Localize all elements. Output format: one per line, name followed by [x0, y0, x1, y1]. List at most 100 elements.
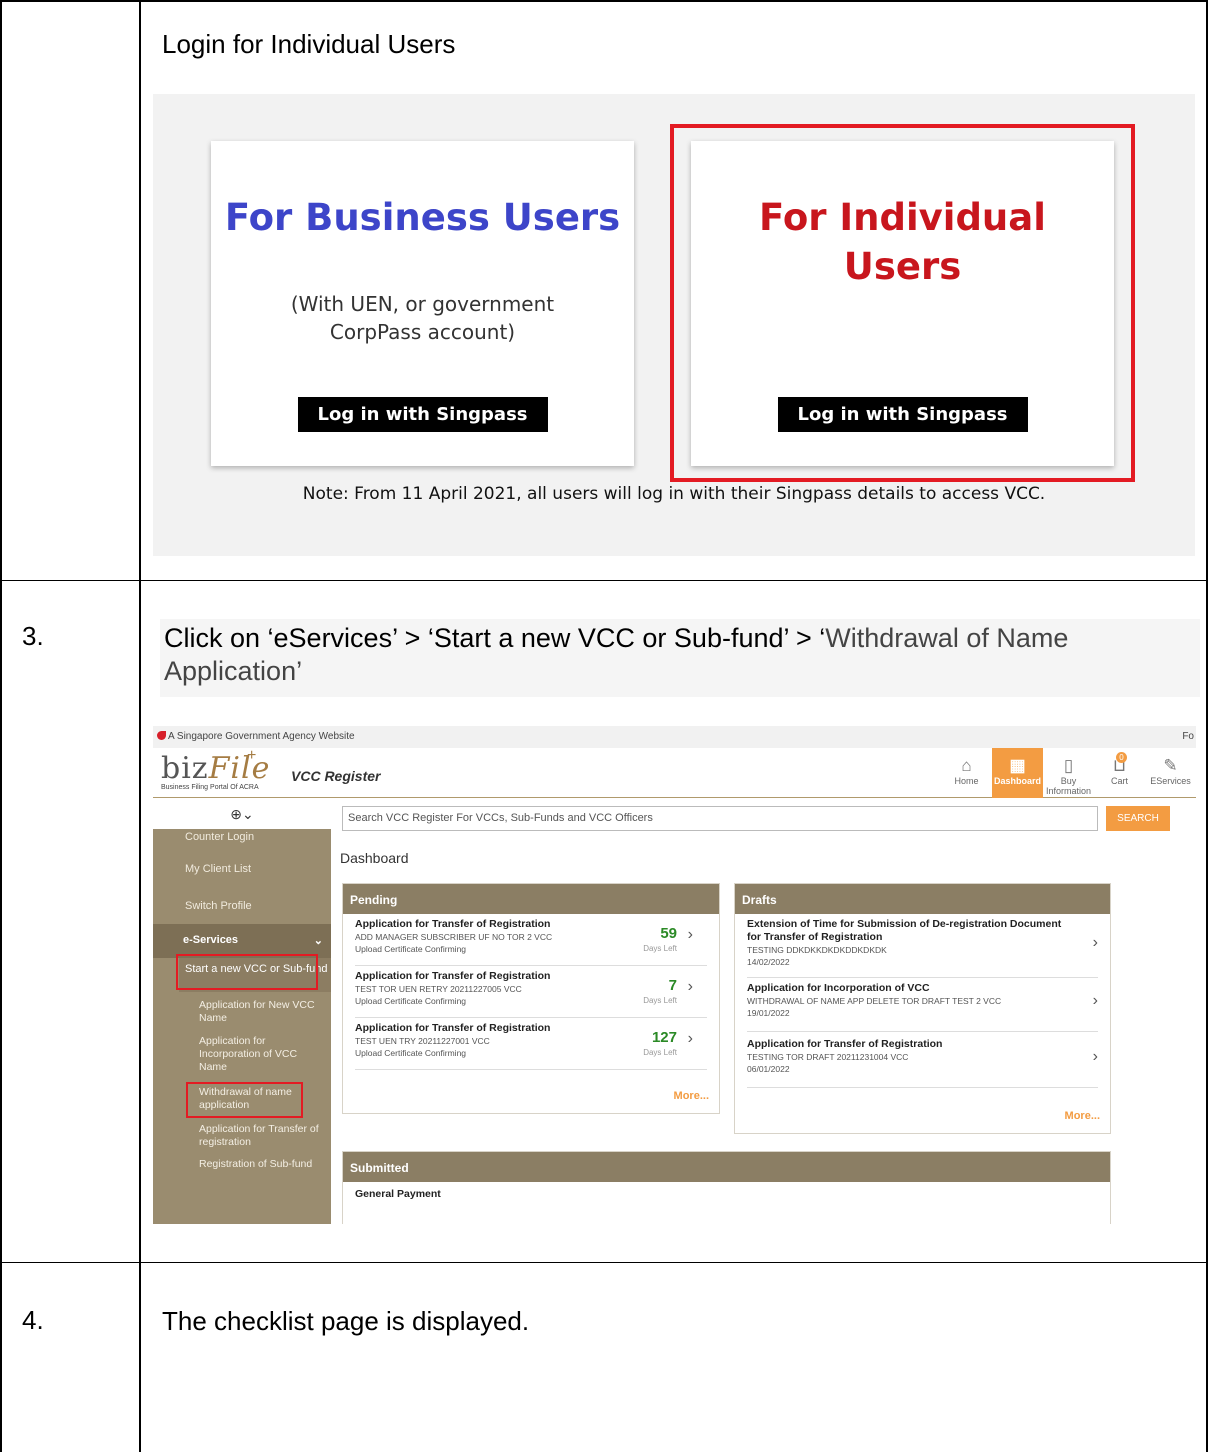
start-new-highlight-box: [176, 954, 318, 990]
draft-item[interactable]: Application for Transfer of Registration…: [747, 1038, 1098, 1088]
chevron-right-icon: ›: [1092, 934, 1098, 951]
draft-item-entity: TESTING DDKDKKDKDKDDKDKDK: [747, 945, 887, 955]
sidebar-item-counter-login[interactable]: Counter Login: [185, 831, 254, 843]
app-title: VCC Register: [291, 768, 381, 784]
days-left-value: 127: [651, 1029, 677, 1046]
pending-item[interactable]: Application for Transfer of Registration…: [355, 1022, 707, 1070]
logo-biz: biz: [161, 751, 209, 786]
individual-highlight-box: [670, 124, 1135, 482]
sidebar-child-sub-fund[interactable]: Registration of Sub-fund: [199, 1158, 323, 1171]
instruction-part-3: ’: [296, 656, 303, 686]
pending-item[interactable]: Application for Transfer of Registration…: [355, 970, 707, 1018]
step-instruction: The checklist page is displayed.: [162, 1306, 530, 1336]
nav-eservices-label: EServices: [1150, 776, 1191, 786]
submitted-panel: Submitted General Payment: [342, 1151, 1111, 1224]
step-number: 4.: [22, 1305, 44, 1335]
business-users-card[interactable]: For Business Users (With UEN, or governm…: [211, 141, 634, 466]
nav-eservices[interactable]: ✎ EServices: [1145, 748, 1196, 798]
days-left: 59 Days Left: [643, 926, 677, 954]
chevron-right-icon: ›: [687, 978, 693, 995]
search-input[interactable]: Search VCC Register For VCCs, Sub-Funds …: [342, 806, 1098, 831]
business-users-subtitle: (With UEN, or government CorpPass accoun…: [290, 292, 555, 344]
gov-banner-text: A Singapore Government Agency Website: [168, 731, 355, 742]
edit-icon: ✎: [1163, 756, 1178, 775]
draft-item-title: Extension of Time for Submission of De-r…: [747, 918, 1062, 943]
nav-home[interactable]: ⌂ Home: [941, 748, 992, 798]
draft-item-date: 14/02/2022: [747, 957, 790, 967]
nav-dashboard-label: Dashboard: [993, 776, 1041, 786]
draft-item-date: 06/01/2022: [747, 1064, 790, 1074]
logo-plus: +: [247, 747, 257, 764]
nav-dashboard[interactable]: ▦ Dashboard: [992, 748, 1043, 798]
sidebar-item-eservices[interactable]: e-Services ⌄: [153, 924, 331, 958]
sidebar-eservices-label: e-Services: [183, 934, 239, 946]
days-left-value: 7: [668, 977, 677, 994]
nav-buy-information-label: Buy Information: [1045, 776, 1092, 796]
row-description: Login for Individual Users: [162, 29, 456, 59]
nav-buy-information[interactable]: ▯ Buy Information: [1043, 748, 1094, 798]
search-button[interactable]: SEARCH: [1106, 806, 1170, 831]
sidebar-child-incorporation[interactable]: Application for Incorporation of VCC Nam…: [199, 1035, 323, 1074]
draft-item-date: 19/01/2022: [747, 1008, 790, 1018]
step-number: 3.: [22, 621, 44, 651]
drafts-header: Drafts: [735, 884, 1110, 914]
gov-banner: A Singapore Government Agency Website Fo: [153, 726, 1196, 748]
pending-header: Pending: [343, 884, 719, 914]
pending-panel: Pending Application for Transfer of Regi…: [342, 883, 720, 1114]
drafts-panel: Drafts Extension of Time for Submission …: [734, 883, 1111, 1134]
dashboard-icon: ▦: [1009, 756, 1026, 775]
column-divider: [139, 581, 141, 1262]
top-nav: ⌂ Home ▦ Dashboard ▯ Buy Information ⊔ Cart …: [941, 748, 1196, 798]
instruction-part-1: Click on ‘eServices’ > ‘Start a new VCC …: [164, 623, 826, 653]
days-left: 7 Days Left: [643, 978, 677, 1006]
sidebar-child-new-vcc-name[interactable]: Application for New VCC Name: [199, 999, 323, 1025]
submitted-item-title: General Payment: [355, 1188, 441, 1200]
dashboard-title: Dashboard: [340, 850, 409, 866]
draft-item-title: Application for Transfer of Registration: [747, 1038, 943, 1050]
chevron-right-icon: ›: [1092, 1048, 1098, 1065]
table-row-step-4: 4. The checklist page is displayed.: [0, 1263, 1208, 1452]
logo-file: File: [208, 751, 271, 786]
column-divider: [139, 2, 141, 580]
submitted-header: Submitted: [343, 1152, 1110, 1182]
sidebar-item-my-client-list[interactable]: My Client List: [185, 863, 251, 875]
days-left-value: 59: [660, 925, 677, 942]
sidebar-item-switch-profile[interactable]: Switch Profile: [185, 900, 252, 912]
sidebar: ⊕⌄ Counter Login My Client List Switch P…: [153, 799, 331, 1224]
draft-item[interactable]: Extension of Time for Submission of De-r…: [747, 918, 1098, 978]
login-screenshot: For Business Users (With UEN, or governm…: [153, 94, 1195, 556]
chevron-down-icon: ⌄: [313, 935, 323, 947]
business-users-title: For Business Users: [224, 196, 621, 239]
lion-head-icon: [157, 731, 166, 740]
business-singpass-login-button[interactable]: Log in with Singpass: [297, 397, 548, 432]
withdrawal-highlight-box: [186, 1082, 303, 1118]
days-left-label: Days Left: [643, 996, 677, 1005]
draft-item-title: Application for Incorporation of VCC: [747, 982, 930, 994]
drafts-more-link[interactable]: More...: [1065, 1110, 1100, 1122]
submitted-item[interactable]: General Payment: [355, 1188, 1098, 1208]
bizfile-screenshot: A Singapore Government Agency Website Fo…: [153, 726, 1196, 1224]
draft-item[interactable]: Application for Incorporation of VCC WIT…: [747, 982, 1098, 1032]
table-row-login: Login for Individual Users For Business …: [0, 0, 1208, 581]
draft-item-entity: TESTING TOR DRAFT 20211231004 VCC: [747, 1052, 909, 1062]
bizfile-logo[interactable]: bizFile + Business Filing Portal Of ACRA: [161, 747, 271, 791]
days-left-label: Days Left: [643, 944, 677, 953]
instruction-table: Login for Individual Users For Business …: [0, 0, 1208, 1452]
chevron-right-icon: ›: [687, 1030, 693, 1047]
nav-home-label: Home: [954, 776, 979, 786]
app-header: bizFile + Business Filing Portal Of ACRA…: [153, 747, 1196, 798]
sidebar-child-transfer[interactable]: Application for Transfer of registration: [199, 1123, 323, 1149]
days-left-label: Days Left: [643, 1048, 677, 1057]
pending-more-link[interactable]: More...: [674, 1090, 709, 1102]
column-divider: [139, 1263, 141, 1452]
pending-item[interactable]: Application for Transfer of Registration…: [355, 918, 707, 966]
profile-menu[interactable]: ⊕⌄: [153, 799, 331, 829]
gov-banner-right: Fo: [1182, 731, 1194, 742]
step-instruction: Click on ‘eServices’ > ‘Start a new VCC …: [160, 619, 1200, 697]
logo-tagline: Business Filing Portal Of ACRA: [161, 784, 259, 791]
chevron-right-icon: ›: [687, 926, 693, 943]
days-left: 127 Days Left: [643, 1030, 677, 1058]
singpass-note: Note: From 11 April 2021, all users will…: [302, 484, 1046, 504]
chevron-right-icon: ›: [1092, 992, 1098, 1009]
cart-count-badge: 0: [1116, 752, 1127, 763]
